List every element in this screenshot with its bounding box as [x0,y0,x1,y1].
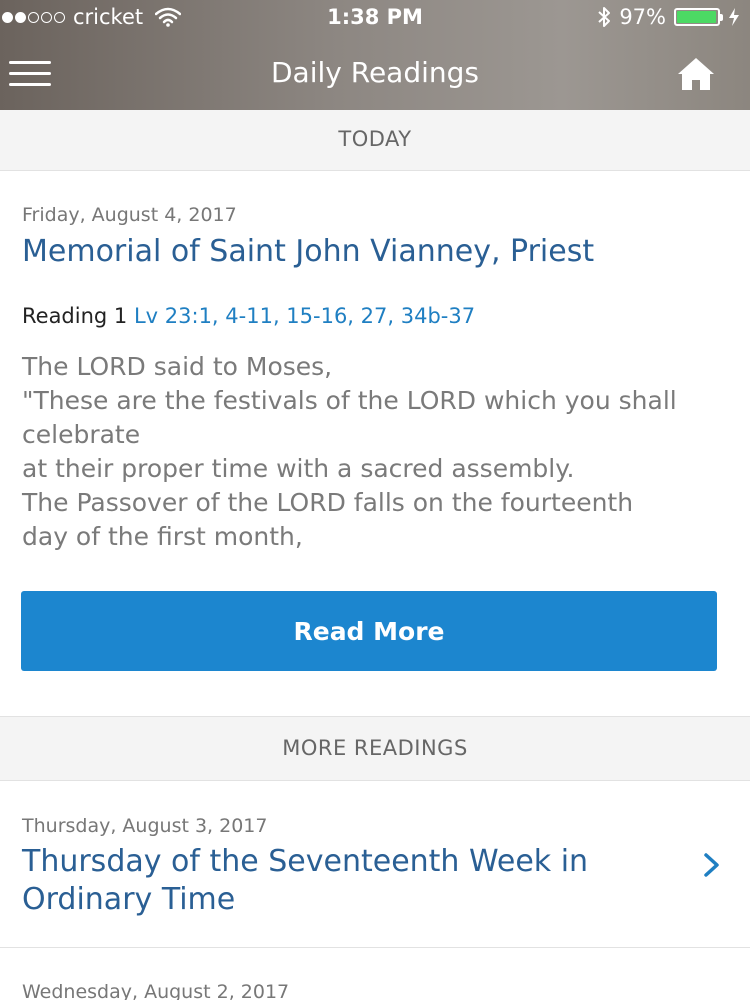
excerpt-line: at their proper time with a sacred assem… [22,454,575,483]
reading-list-item[interactable]: Thursday, August 3, 2017 Thursday of the… [0,780,750,947]
list-item-title-line: Thursday of the Seventeenth Week in [22,844,589,879]
bluetooth-icon [598,7,611,27]
excerpt-line: day of the first month, [22,522,303,551]
reading-excerpt: The LORD said to Moses, "These are the f… [22,350,722,554]
battery-icon [674,8,723,26]
reading-1-line: Reading 1 Lv 23:1, 4-11, 15-16, 27, 34b-… [22,304,475,328]
today-section-header: TODAY [0,110,750,171]
page-title: Daily Readings [271,56,479,89]
charging-icon [729,8,739,26]
excerpt-line: celebrate [22,420,141,449]
status-bar: cricket 1:38 PM 97% [0,0,750,36]
more-readings-section-header: MORE READINGS [0,716,750,781]
excerpt-line: "These are the festivals of the LORD whi… [22,386,677,415]
navigation-bar: Daily Readings [0,40,750,106]
read-more-button[interactable]: Read More [21,591,717,671]
reading-label: Reading 1 [22,304,128,328]
list-item-title-line: Ordinary Time [22,882,236,917]
excerpt-line: The Passover of the LORD falls on the fo… [22,488,634,517]
excerpt-line: The LORD said to Moses, [22,352,333,381]
list-item-date: Thursday, August 3, 2017 [22,815,268,837]
reading-reference-link[interactable]: Lv 23:1, 4-11, 15-16, 27, 34b-37 [134,304,475,328]
today-date: Friday, August 4, 2017 [22,204,237,226]
chevron-right-icon[interactable] [702,852,722,878]
battery-percent: 97% [619,5,666,29]
today-title-link[interactable]: Memorial of Saint John Vianney, Priest [22,233,594,271]
home-icon[interactable] [676,56,716,92]
reading-list-item[interactable]: Wednesday, August 2, 2017 [0,948,750,1000]
top-bar: cricket 1:38 PM 97% Daily Readings [0,0,750,110]
list-item-date: Wednesday, August 2, 2017 [22,981,290,1000]
